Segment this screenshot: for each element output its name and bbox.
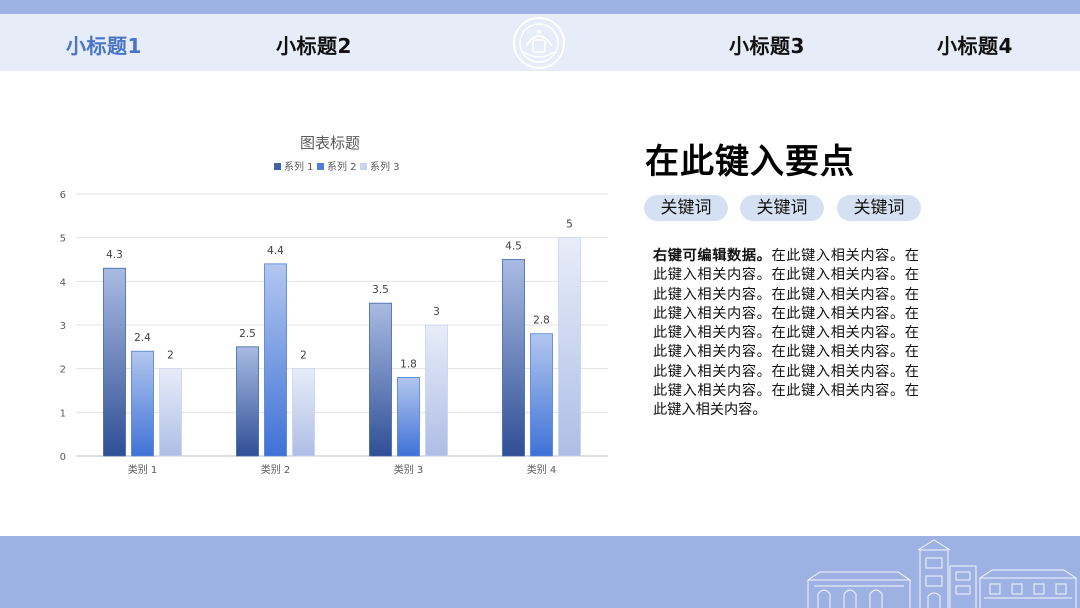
body-paragraph: 右键可编辑数据。在此键入相关内容。在此键入相关内容。在此键入相关内容。在此键入相… xyxy=(653,247,919,421)
legend-swatch xyxy=(317,163,324,170)
data-label: 4.4 xyxy=(267,245,284,257)
chart-canvas: 图表标题系列 1 系列 2 系列 3 0 1 2 3 4 5 6 4.3 2.4 2 类别 1 2.5 4.4… xyxy=(60,134,608,476)
data-label: 4.5 xyxy=(505,241,522,253)
nav-item-3[interactable]: 小标题3 xyxy=(729,30,805,59)
y-tick-label: 3 xyxy=(60,321,66,332)
legend-label: 系列 1 xyxy=(284,160,314,173)
data-label: 4.3 xyxy=(106,249,123,261)
keyword-pill[interactable]: 关键词 xyxy=(740,195,824,221)
bar xyxy=(159,368,182,457)
main-title: 在此键入要点 xyxy=(645,142,855,182)
y-tick-label: 2 xyxy=(60,365,66,376)
body-lead: 右键可编辑数据。 xyxy=(653,248,772,264)
x-tick-label: 类别 2 xyxy=(261,463,291,476)
y-tick-label: 0 xyxy=(60,452,66,463)
legend-label: 系列 3 xyxy=(370,160,400,173)
data-label: 1.8 xyxy=(400,358,417,370)
y-tick-label: 5 xyxy=(60,234,66,245)
keyword-pill[interactable]: 关键词 xyxy=(837,195,921,221)
x-tick-label: 类别 4 xyxy=(527,463,557,476)
y-tick-label: 1 xyxy=(60,408,66,419)
campus-building-icon xyxy=(807,539,1077,608)
x-tick-label: 类别 1 xyxy=(128,463,158,476)
bar xyxy=(397,376,420,457)
nav-item-1[interactable]: 小标题1 xyxy=(66,30,142,59)
x-tick-label: 类别 3 xyxy=(394,463,424,476)
nav-item-4[interactable]: 小标题4 xyxy=(937,30,1013,59)
bar xyxy=(264,263,287,457)
legend-swatch xyxy=(274,163,281,170)
bar xyxy=(131,350,154,457)
data-label: 5 xyxy=(566,219,573,231)
footer-band xyxy=(0,536,1080,608)
data-label: 3.5 xyxy=(372,284,389,296)
legend-label: 系列 2 xyxy=(327,160,357,173)
bar xyxy=(502,259,525,457)
bar xyxy=(103,267,126,457)
data-label: 3 xyxy=(433,306,440,318)
data-label: 2 xyxy=(167,350,174,362)
data-label: 2.4 xyxy=(134,332,151,344)
bar xyxy=(369,302,392,457)
bar xyxy=(236,346,259,457)
bar xyxy=(425,324,448,457)
bar xyxy=(292,368,315,457)
keyword-pill[interactable]: 关键词 xyxy=(644,195,728,221)
nav-item-2[interactable]: 小标题2 xyxy=(276,30,352,59)
data-label: 2.8 xyxy=(533,315,550,327)
y-tick-label: 6 xyxy=(60,190,66,201)
bar-chart: 图表标题系列 1 系列 2 系列 3 0 1 2 3 4 5 6 4.3 2.4 2 类别 1 2.5 4.4… xyxy=(44,120,624,490)
data-label: 2.5 xyxy=(239,328,256,340)
bar xyxy=(530,333,553,457)
data-label: 2 xyxy=(300,350,307,362)
y-tick-label: 4 xyxy=(60,277,66,288)
legend-swatch xyxy=(360,163,367,170)
bar xyxy=(558,237,581,457)
header-band xyxy=(0,0,1080,14)
chart-title: 图表标题 xyxy=(300,134,360,152)
university-seal-icon xyxy=(513,17,565,69)
body-content: 在此键入相关内容。在此键入相关内容。在此键入相关内容。在此键入相关内容。在此键入… xyxy=(653,248,919,419)
nav-bar: 小标题1 小标题2 小标题3 小标题4 xyxy=(0,14,1080,71)
